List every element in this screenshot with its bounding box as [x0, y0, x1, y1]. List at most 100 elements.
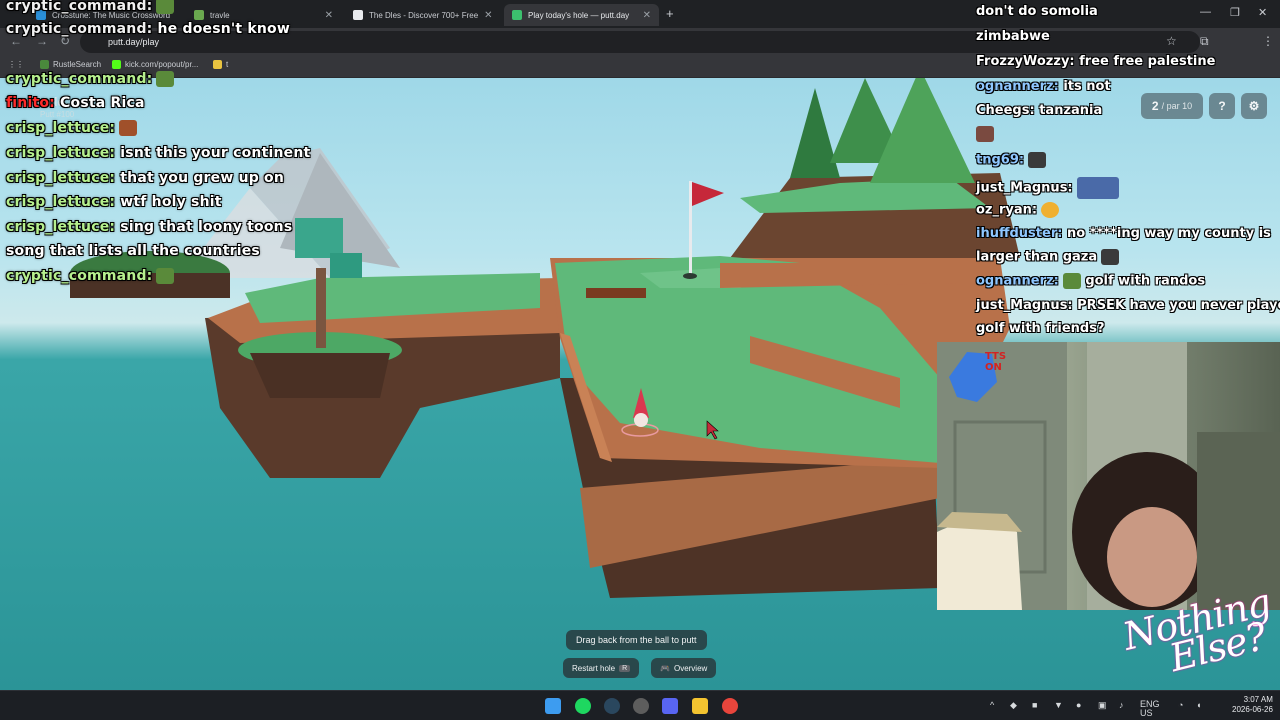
chat-text: sing that loony toons: [120, 219, 293, 235]
chat-text: Costa Rica: [60, 95, 145, 111]
tab-favicon: [512, 10, 522, 20]
chat-message: cryptic_command: he doesn't know: [6, 21, 290, 37]
tray-app-icon[interactable]: ▼: [1054, 700, 1063, 710]
chat-username: crisp_lettuce:: [6, 194, 116, 210]
system-clock[interactable]: 3:07 AM 2026-06-26: [1232, 695, 1273, 715]
chat-text: larger than gaza: [976, 249, 1098, 265]
chat-message: cryptic_command:: [6, 0, 175, 14]
hint-text: Drag back from the ball to putt: [576, 635, 697, 645]
chat-username: Cheegs:: [976, 103, 1035, 118]
windows-start-icon[interactable]: [545, 698, 561, 714]
minimize-icon[interactable]: —: [1200, 6, 1211, 18]
chat-message: ognannerz: its not: [976, 79, 1111, 94]
chat-text: free free palestine: [1079, 54, 1216, 69]
bookmark-t[interactable]: t: [213, 60, 228, 69]
chat-username: ognannerz:: [976, 273, 1059, 289]
putt-hint: Drag back from the ball to putt: [566, 630, 707, 650]
chat-username: cryptic_command:: [6, 21, 153, 37]
chat-username: oz_ryan:: [976, 202, 1038, 218]
gear-icon: ⚙: [1248, 99, 1260, 113]
network-icon[interactable]: ◔: [1178, 700, 1183, 710]
volume-icon[interactable]: ◖: [1196, 700, 1201, 710]
chat-message: tng69:: [976, 152, 1047, 168]
clock-date: 2026-06-26: [1232, 705, 1273, 714]
close-tab-icon[interactable]: ✕: [643, 10, 651, 21]
chat-emote: [156, 0, 175, 14]
tray-app-icon[interactable]: ◆: [1010, 700, 1017, 711]
chat-emote: [976, 126, 994, 142]
chat-message: cryptic_command:: [6, 268, 175, 284]
help-button[interactable]: ?: [1209, 93, 1235, 119]
chat-message: song that lists all the countries: [6, 243, 260, 259]
chat-message: crisp_lettuce:: [6, 120, 138, 136]
chat-username: just_Magnus:: [976, 180, 1073, 196]
chrome-icon[interactable]: [722, 698, 738, 714]
obs-icon[interactable]: [633, 698, 649, 714]
chat-message: just_Magnus:: [976, 177, 1119, 199]
tray-overflow-icon[interactable]: ^: [990, 700, 994, 710]
chat-message: finito: Costa Rica: [6, 95, 145, 111]
flag: [692, 182, 724, 206]
chat-emote: [156, 71, 175, 87]
menu-icon[interactable]: ⋮: [1262, 34, 1274, 48]
chat-message: oz_ryan:: [976, 202, 1060, 218]
tray-app-icon[interactable]: ●: [1076, 700, 1081, 710]
tab-the-dles[interactable]: The Dles - Discover 700+ Free ✕: [345, 4, 500, 26]
webcam-feed: [937, 342, 1280, 610]
chat-username: ognannerz:: [976, 79, 1059, 94]
language-indicator[interactable]: ENG US: [1140, 700, 1160, 718]
close-tab-icon[interactable]: ✕: [484, 10, 492, 21]
restart-hole-button[interactable]: Restart hole R: [563, 658, 640, 678]
chat-message: Cheegs: tanzania: [976, 103, 1102, 118]
chat-emote: [1028, 152, 1047, 168]
tab-favicon: [353, 10, 363, 20]
chat-username: cryptic_command:: [6, 0, 153, 14]
golf-ball[interactable]: [634, 413, 648, 427]
chat-message: ihuffduster: no ****ing way my county is: [976, 226, 1271, 241]
chat-username: crisp_lettuce:: [6, 120, 116, 136]
restart-label: Restart hole: [572, 663, 616, 673]
pine-tree: [790, 88, 840, 178]
file-explorer-icon[interactable]: [692, 698, 708, 714]
chair: [1197, 432, 1280, 610]
bookmark-kick[interactable]: kick.com/popout/pr...: [112, 60, 198, 69]
tray-app-icon[interactable]: ■: [1032, 700, 1037, 710]
tray-app-icon[interactable]: ▣: [1098, 700, 1107, 711]
chat-username: FrozzyWozzy:: [976, 54, 1075, 69]
bookmark-rustlesearch[interactable]: RustleSearch: [40, 60, 101, 69]
chat-text: song that lists all the countries: [6, 243, 260, 259]
chat-emote: [1076, 177, 1119, 199]
restore-icon[interactable]: ❐: [1230, 6, 1240, 19]
close-tab-icon[interactable]: ✕: [325, 10, 333, 21]
bookmark-label: t: [226, 60, 229, 69]
dog-mascot: [937, 522, 1022, 610]
restart-shortcut: R: [619, 664, 631, 672]
chat-emote: [1101, 249, 1120, 265]
microphone-icon[interactable]: ♪: [1119, 700, 1124, 710]
apps-icon[interactable]: ⋮⋮: [8, 60, 24, 69]
tab-favicon: [194, 10, 204, 20]
chat-username: crisp_lettuce:: [6, 145, 116, 161]
chat-message: larger than gaza: [976, 249, 1120, 265]
chat-emote: [1062, 273, 1081, 289]
extensions-icon[interactable]: ⧉: [1200, 34, 1209, 49]
chat-emote: [119, 120, 138, 136]
discord-icon[interactable]: [662, 698, 678, 714]
spotify-icon[interactable]: [575, 698, 591, 714]
tts-status: ON: [985, 362, 1002, 373]
tab-putt-day[interactable]: Play today's hole — putt.day ✕: [504, 4, 659, 26]
new-tab-icon[interactable]: +: [666, 6, 674, 21]
overview-button[interactable]: 🎮 Overview: [651, 658, 717, 678]
bookmark-star-icon[interactable]: ☆: [1166, 34, 1177, 48]
chat-message: crisp_lettuce: that you grew up on: [6, 170, 284, 186]
settings-button[interactable]: ⚙: [1241, 93, 1267, 119]
chat-message: ognannerz: golf with randos: [976, 273, 1205, 289]
clock-time: 3:07 AM: [1243, 695, 1273, 704]
par-label: / par 10: [1161, 101, 1193, 111]
window-close-icon[interactable]: ✕: [1258, 6, 1267, 19]
chat-message: crisp_lettuce: sing that loony toons: [6, 219, 292, 235]
chat-text: he doesn't know: [157, 21, 290, 37]
chat-text: zimbabwe: [976, 29, 1050, 44]
chat-message: don't do somolia: [976, 4, 1098, 19]
steam-icon[interactable]: [604, 698, 620, 714]
